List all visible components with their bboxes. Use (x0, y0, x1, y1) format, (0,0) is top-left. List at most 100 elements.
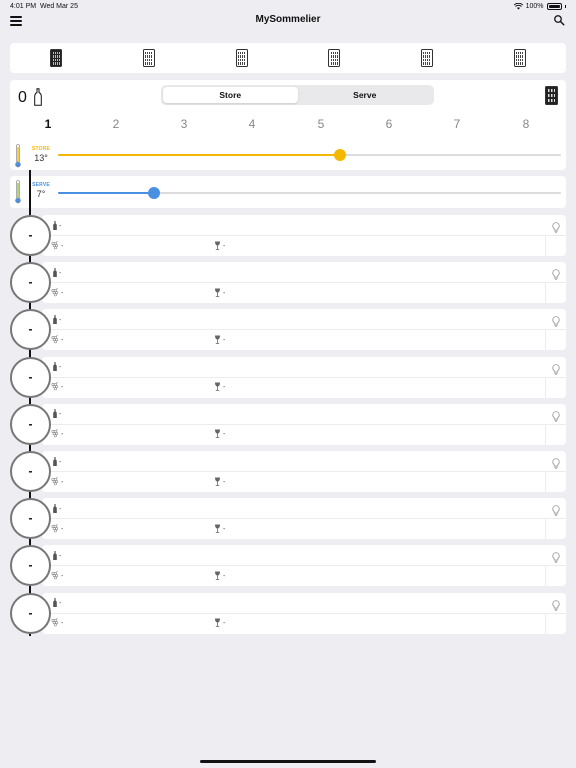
search-icon[interactable] (553, 14, 565, 26)
zone-6[interactable]: 6 (379, 117, 399, 131)
store-temperature-slider[interactable] (58, 149, 561, 161)
divider (50, 612, 566, 614)
wine-glass-icon (214, 524, 221, 535)
divider (545, 236, 546, 256)
lightbulb-icon[interactable] (552, 267, 560, 285)
slot-row[interactable]: ---- (10, 215, 566, 256)
fridge-icon[interactable] (420, 49, 433, 67)
wine-glass: - (214, 382, 226, 393)
slot-row[interactable]: ---- (10, 262, 566, 304)
zone-1[interactable]: 1 (38, 117, 58, 131)
navbar: MySommelier (0, 10, 576, 32)
wine-name-value: - (59, 269, 62, 277)
grape-value: - (61, 289, 64, 297)
grape-icon (51, 382, 59, 393)
divider (50, 565, 566, 567)
divider (50, 376, 566, 378)
serve-card: SERVE 7° (10, 176, 566, 208)
divider (50, 329, 566, 331)
lightbulb-icon[interactable] (552, 456, 560, 474)
grape-value: - (61, 525, 64, 533)
zone-4[interactable]: 4 (242, 117, 262, 131)
divider (545, 472, 546, 492)
grape-value: - (61, 384, 64, 392)
grape-icon (51, 429, 59, 440)
divider (545, 519, 546, 540)
divider (50, 423, 566, 425)
thermometer-icon (15, 144, 21, 168)
bottle-icon (53, 267, 57, 279)
slot-row[interactable]: ---- (10, 592, 566, 634)
zone-5[interactable]: 5 (311, 117, 331, 131)
wine-glass: - (214, 477, 225, 487)
slot-row[interactable]: ---- (10, 356, 566, 398)
wine-glass: - (214, 241, 225, 251)
slot-row[interactable]: ---- (10, 545, 566, 587)
slot-position-circle[interactable]: - (10, 356, 51, 398)
fridge-detail-icon[interactable] (545, 86, 558, 105)
slider-thumb[interactable] (333, 149, 346, 161)
wine-glass-icon (214, 429, 221, 440)
slot-row[interactable]: ---- (10, 309, 566, 351)
slot-row[interactable]: ---- (10, 403, 566, 445)
grape-icon (51, 523, 59, 535)
zone-3[interactable]: 3 (174, 117, 194, 131)
divider (545, 377, 546, 398)
tab-store[interactable]: Store (163, 87, 298, 103)
grape-value: - (61, 242, 64, 250)
bottle-icon (53, 314, 57, 326)
wine-grape: - (51, 523, 64, 535)
lightbulb-icon[interactable] (552, 503, 560, 521)
wine-glass-icon (214, 477, 221, 488)
wine-name-value: - (59, 364, 62, 372)
lightbulb-icon[interactable] (552, 598, 560, 616)
tab-serve[interactable]: Serve (298, 87, 433, 103)
fridge-icon[interactable] (513, 49, 526, 67)
divider (545, 613, 546, 634)
slot-position-circle[interactable]: - (10, 403, 51, 445)
grape-icon (51, 287, 59, 299)
zone-2[interactable]: 2 (106, 117, 126, 131)
wine-glass-icon (214, 618, 221, 629)
fridge-icon[interactable] (142, 49, 155, 67)
grape-value: - (61, 336, 64, 344)
grape-icon (51, 571, 59, 582)
fridge-icon[interactable] (328, 49, 341, 67)
wine-name: - (53, 267, 62, 279)
slot-position-circle[interactable]: - (10, 262, 51, 304)
grape-value: - (61, 478, 64, 486)
zone-7[interactable]: 7 (447, 117, 467, 131)
status-right: 100% (513, 3, 566, 10)
store-serve-toggle: Store Serve (161, 85, 434, 105)
wine-name-value: - (59, 600, 62, 608)
slot-position-circle[interactable]: - (10, 215, 51, 256)
lightbulb-icon[interactable] (552, 314, 560, 332)
wine-grape: - (51, 476, 64, 487)
wine-glass: - (214, 335, 225, 345)
wine-glass: - (214, 429, 225, 440)
slot-position-circle[interactable]: - (10, 451, 51, 492)
bottle-icon (53, 550, 57, 562)
wine-name: - (53, 314, 61, 326)
wine-glass-icon (214, 288, 221, 299)
divider (545, 330, 546, 351)
lightbulb-icon[interactable] (552, 550, 560, 568)
home-indicator[interactable] (200, 760, 376, 763)
slider-thumb[interactable] (147, 187, 160, 199)
lightbulb-icon[interactable] (552, 362, 560, 380)
zone-8[interactable]: 8 (516, 117, 536, 131)
slot-position-circle[interactable]: - (10, 592, 51, 634)
lightbulb-icon[interactable] (552, 220, 560, 238)
glass-value: - (223, 384, 226, 392)
divider (50, 282, 566, 284)
fridge-icon[interactable] (235, 49, 248, 67)
serve-temperature-slider[interactable] (58, 187, 561, 199)
wine-grape: - (51, 382, 64, 393)
lightbulb-icon[interactable] (552, 409, 560, 427)
slot-position-circle[interactable]: - (10, 498, 51, 540)
slot-row[interactable]: ---- (10, 451, 566, 492)
glass-value: - (223, 572, 226, 580)
slot-row[interactable]: ---- (10, 498, 566, 540)
fridge-icon[interactable] (50, 49, 63, 67)
wine-grape: - (51, 287, 64, 299)
